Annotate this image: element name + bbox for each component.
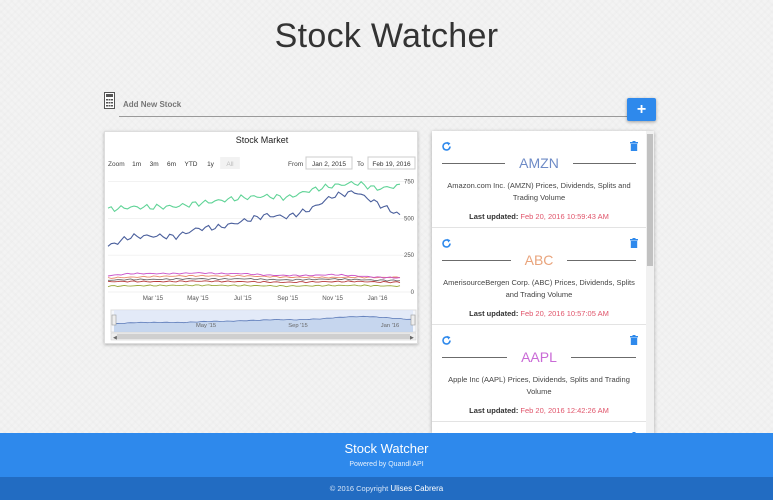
refresh-icon[interactable] — [441, 335, 452, 346]
footer-title: Stock Watcher — [344, 441, 429, 456]
x-tick-label: Mar '15 — [143, 295, 164, 302]
zoom-button-ytd[interactable]: YTD — [181, 157, 201, 169]
y-tick-label: 250 — [404, 253, 415, 259]
from-label: From — [288, 161, 303, 168]
series-line-unnamed-5 — [107, 284, 401, 288]
footer: Stock Watcher Powered by Quandl API — [0, 433, 773, 477]
stock-list-panel: AMZN Amazon.com Inc. (AMZN) Prices, Divi… — [432, 131, 654, 433]
navigator-handle-right[interactable] — [410, 314, 416, 326]
updated-label: Last updated: — [469, 212, 519, 221]
x-tick-label: May '15 — [187, 295, 209, 302]
add-stock-input[interactable] — [119, 92, 627, 117]
zoom-button-label: YTD — [185, 161, 198, 168]
zoom-button-label: 1y — [207, 161, 215, 168]
stock-symbol-text: AMZN — [519, 155, 559, 171]
trash-icon[interactable] — [630, 335, 638, 345]
stock-description: Apple Inc (AAPL) Prices, Dividends, Spli… — [448, 375, 630, 396]
x-tick-label: Sep '15 — [277, 295, 298, 302]
zoom-button-1y[interactable]: 1y — [202, 157, 219, 169]
to-label: To — [357, 161, 364, 168]
stock-updated: Last updated: Feb 20, 2016 12:42:26 AM — [432, 406, 646, 415]
zoom-button-label: 6m — [167, 161, 176, 168]
stock-card-abc: ABC AmerisourceBergen Corp. (ABC) Prices… — [432, 228, 646, 325]
page-title: Stock Watcher — [274, 17, 499, 55]
zoom-button-all[interactable]: All — [220, 157, 240, 169]
refresh-icon[interactable] — [441, 238, 452, 249]
copyright-text: © 2016 Copyright — [329, 484, 389, 493]
navigator-tick-label: Jan '16 — [381, 323, 400, 329]
zoom-button-label: 3m — [150, 161, 159, 168]
updated-timestamp: Feb 20, 2016 12:42:26 AM — [520, 406, 609, 415]
zoom-button-label: 1m — [132, 161, 141, 168]
zoom-button-3m[interactable]: 3m — [146, 157, 162, 169]
navigator-tick-label: Sep '15 — [288, 323, 307, 329]
document-icon — [104, 92, 115, 109]
stock-symbol-text: ABC — [524, 252, 554, 268]
chart-title: Stock Market — [236, 135, 289, 145]
stock-card-amzn: AMZN Amazon.com Inc. (AMZN) Prices, Divi… — [432, 131, 646, 228]
stock-description: Amazon.com Inc. (AMZN) Prices, Dividends… — [447, 181, 631, 202]
add-stock-button[interactable]: + — [627, 98, 656, 121]
stock-list: AMZN Amazon.com Inc. (AMZN) Prices, Divi… — [432, 131, 646, 433]
x-tick-label: Jul '15 — [234, 295, 252, 302]
stock-symbol: ABC — [442, 252, 637, 268]
trash-icon[interactable] — [630, 141, 638, 151]
y-tick-label: 500 — [404, 216, 415, 222]
updated-timestamp: Feb 20, 2016 10:57:05 AM — [520, 309, 609, 318]
navigator-handle-left[interactable] — [111, 314, 117, 326]
chart-scrollbar-left-arrow[interactable]: ◀ — [113, 335, 117, 341]
y-tick-label: 750 — [404, 179, 415, 185]
zoom-label: Zoom — [108, 161, 125, 168]
x-tick-label: Jan '16 — [368, 295, 388, 302]
footer-copyright: © 2016 Copyright Ulises Cabrera — [0, 477, 773, 500]
stock-chart: Stock Market Zoom 1m 3m 6m YTD 1y All From Ja… — [104, 131, 418, 344]
zoom-button-label: All — [226, 161, 234, 168]
series-line-amzn — [107, 190, 401, 247]
zoom-button-1m[interactable]: 1m — [129, 157, 145, 169]
series-line-unnamed-6 — [107, 280, 401, 284]
stock-list-scrollbar-thumb[interactable] — [647, 134, 653, 266]
stock-description: AmerisourceBergen Corp. (ABC) Prices, Di… — [443, 278, 635, 299]
stock-updated: Last updated: Feb 20, 2016 10:57:05 AM — [432, 309, 646, 318]
stock-card-partial — [432, 422, 646, 433]
y-tick-label: 0 — [411, 290, 415, 296]
refresh-icon[interactable] — [441, 141, 452, 152]
trash-icon[interactable] — [630, 238, 638, 248]
updated-label: Last updated: — [469, 406, 519, 415]
footer-subtitle: Powered by Quandl API — [349, 461, 424, 468]
stock-symbol: AAPL — [442, 349, 636, 365]
author-link[interactable]: Ulises Cabrera — [390, 484, 443, 493]
stock-list-scrollbar[interactable] — [646, 131, 654, 433]
to-date-value: Feb 19, 2016 — [372, 161, 411, 168]
updated-label: Last updated: — [469, 309, 519, 318]
stock-symbol: AMZN — [442, 155, 637, 171]
stock-symbol-text: AAPL — [521, 349, 557, 365]
updated-timestamp: Feb 20, 2016 10:59:43 AM — [520, 212, 609, 221]
x-tick-label: Nov '15 — [322, 295, 343, 302]
zoom-button-6m[interactable]: 6m — [163, 157, 180, 169]
stock-chart-svg: Stock Market Zoom 1m 3m 6m YTD 1y All From Ja… — [107, 135, 417, 341]
navigator-tick-label: May '15 — [196, 323, 216, 329]
stock-card-aapl: AAPL Apple Inc (AAPL) Prices, Dividends,… — [432, 325, 646, 422]
series-line-unnamed-3 — [107, 180, 401, 213]
chart-scrollbar-right-arrow[interactable]: ▶ — [410, 335, 414, 341]
chart-scrollbar-thumb[interactable] — [117, 334, 410, 339]
stock-updated: Last updated: Feb 20, 2016 10:59:43 AM — [432, 212, 646, 221]
from-date-value: Jan 2, 2015 — [312, 161, 346, 168]
add-stock-form: + — [104, 92, 656, 121]
series-line-unnamed-4 — [108, 277, 401, 282]
